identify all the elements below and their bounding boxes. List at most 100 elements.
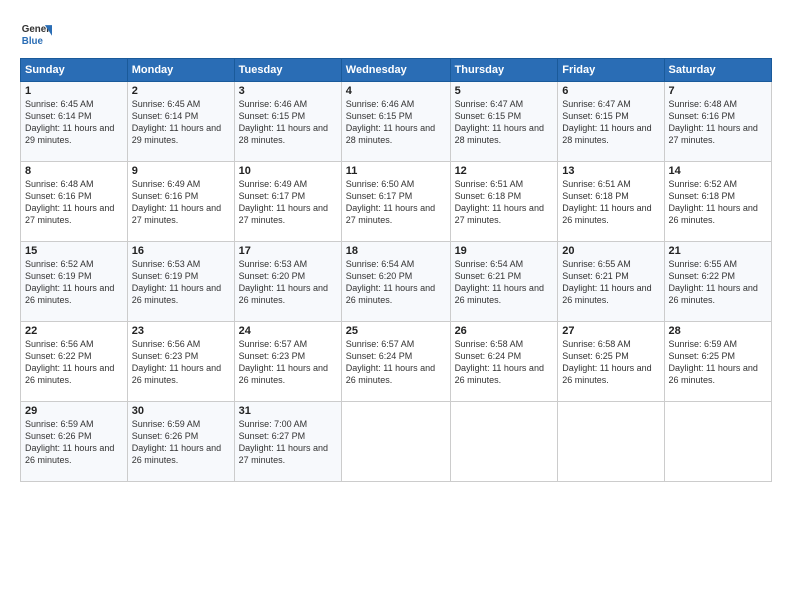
empty-cell (450, 402, 558, 482)
day-number: 14 (669, 165, 767, 177)
day-info: Sunrise: 6:49 AMSunset: 6:17 PMDaylight:… (239, 179, 328, 225)
day-info: Sunrise: 6:45 AMSunset: 6:14 PMDaylight:… (132, 99, 221, 145)
day-number: 25 (346, 325, 446, 337)
day-number: 30 (132, 405, 230, 417)
day-number: 2 (132, 85, 230, 97)
calendar-day-cell: 22 Sunrise: 6:56 AMSunset: 6:22 PMDaylig… (21, 322, 128, 402)
empty-cell (664, 402, 771, 482)
day-info: Sunrise: 6:56 AMSunset: 6:23 PMDaylight:… (132, 339, 221, 385)
calendar-day-cell: 2 Sunrise: 6:45 AMSunset: 6:14 PMDayligh… (127, 82, 234, 162)
calendar-day-cell: 5 Sunrise: 6:47 AMSunset: 6:15 PMDayligh… (450, 82, 558, 162)
calendar-day-cell: 25 Sunrise: 6:57 AMSunset: 6:24 PMDaylig… (341, 322, 450, 402)
day-of-week-header: Saturday (664, 59, 771, 82)
calendar-day-cell: 18 Sunrise: 6:54 AMSunset: 6:20 PMDaylig… (341, 242, 450, 322)
calendar-day-cell: 12 Sunrise: 6:51 AMSunset: 6:18 PMDaylig… (450, 162, 558, 242)
calendar-day-cell: 28 Sunrise: 6:59 AMSunset: 6:25 PMDaylig… (664, 322, 771, 402)
day-number: 13 (562, 165, 659, 177)
day-number: 1 (25, 85, 123, 97)
calendar-day-cell: 17 Sunrise: 6:53 AMSunset: 6:20 PMDaylig… (234, 242, 341, 322)
calendar-day-cell: 8 Sunrise: 6:48 AMSunset: 6:16 PMDayligh… (21, 162, 128, 242)
day-number: 20 (562, 245, 659, 257)
day-info: Sunrise: 6:53 AMSunset: 6:19 PMDaylight:… (132, 259, 221, 305)
calendar-day-cell: 16 Sunrise: 6:53 AMSunset: 6:19 PMDaylig… (127, 242, 234, 322)
logo: General Blue (20, 18, 52, 50)
calendar-day-cell: 31 Sunrise: 7:00 AMSunset: 6:27 PMDaylig… (234, 402, 341, 482)
day-number: 5 (455, 85, 554, 97)
day-number: 26 (455, 325, 554, 337)
day-number: 28 (669, 325, 767, 337)
calendar: SundayMondayTuesdayWednesdayThursdayFrid… (20, 58, 772, 482)
day-info: Sunrise: 6:48 AMSunset: 6:16 PMDaylight:… (25, 179, 114, 225)
day-of-week-header: Tuesday (234, 59, 341, 82)
calendar-day-cell: 14 Sunrise: 6:52 AMSunset: 6:18 PMDaylig… (664, 162, 771, 242)
day-info: Sunrise: 6:55 AMSunset: 6:21 PMDaylight:… (562, 259, 651, 305)
day-of-week-header: Monday (127, 59, 234, 82)
day-info: Sunrise: 6:47 AMSunset: 6:15 PMDaylight:… (562, 99, 651, 145)
day-number: 4 (346, 85, 446, 97)
calendar-day-cell: 3 Sunrise: 6:46 AMSunset: 6:15 PMDayligh… (234, 82, 341, 162)
day-info: Sunrise: 6:52 AMSunset: 6:19 PMDaylight:… (25, 259, 114, 305)
calendar-day-cell: 15 Sunrise: 6:52 AMSunset: 6:19 PMDaylig… (21, 242, 128, 322)
empty-cell (558, 402, 664, 482)
calendar-day-cell: 29 Sunrise: 6:59 AMSunset: 6:26 PMDaylig… (21, 402, 128, 482)
day-number: 27 (562, 325, 659, 337)
day-info: Sunrise: 6:56 AMSunset: 6:22 PMDaylight:… (25, 339, 114, 385)
day-number: 7 (669, 85, 767, 97)
day-number: 16 (132, 245, 230, 257)
day-number: 31 (239, 405, 337, 417)
day-info: Sunrise: 6:59 AMSunset: 6:26 PMDaylight:… (132, 419, 221, 465)
calendar-day-cell: 26 Sunrise: 6:58 AMSunset: 6:24 PMDaylig… (450, 322, 558, 402)
calendar-day-cell: 11 Sunrise: 6:50 AMSunset: 6:17 PMDaylig… (341, 162, 450, 242)
calendar-day-cell: 13 Sunrise: 6:51 AMSunset: 6:18 PMDaylig… (558, 162, 664, 242)
calendar-day-cell: 9 Sunrise: 6:49 AMSunset: 6:16 PMDayligh… (127, 162, 234, 242)
day-number: 23 (132, 325, 230, 337)
day-info: Sunrise: 6:52 AMSunset: 6:18 PMDaylight:… (669, 179, 758, 225)
day-number: 10 (239, 165, 337, 177)
calendar-day-cell: 30 Sunrise: 6:59 AMSunset: 6:26 PMDaylig… (127, 402, 234, 482)
day-info: Sunrise: 6:50 AMSunset: 6:17 PMDaylight:… (346, 179, 435, 225)
day-info: Sunrise: 6:57 AMSunset: 6:23 PMDaylight:… (239, 339, 328, 385)
calendar-day-cell: 4 Sunrise: 6:46 AMSunset: 6:15 PMDayligh… (341, 82, 450, 162)
day-of-week-header: Wednesday (341, 59, 450, 82)
day-number: 11 (346, 165, 446, 177)
day-number: 21 (669, 245, 767, 257)
day-number: 15 (25, 245, 123, 257)
svg-text:Blue: Blue (22, 36, 44, 47)
day-info: Sunrise: 6:58 AMSunset: 6:25 PMDaylight:… (562, 339, 651, 385)
day-number: 12 (455, 165, 554, 177)
day-number: 24 (239, 325, 337, 337)
day-info: Sunrise: 6:45 AMSunset: 6:14 PMDaylight:… (25, 99, 114, 145)
calendar-day-cell: 23 Sunrise: 6:56 AMSunset: 6:23 PMDaylig… (127, 322, 234, 402)
day-info: Sunrise: 6:47 AMSunset: 6:15 PMDaylight:… (455, 99, 544, 145)
day-info: Sunrise: 6:59 AMSunset: 6:26 PMDaylight:… (25, 419, 114, 465)
calendar-day-cell: 20 Sunrise: 6:55 AMSunset: 6:21 PMDaylig… (558, 242, 664, 322)
day-info: Sunrise: 7:00 AMSunset: 6:27 PMDaylight:… (239, 419, 328, 465)
day-number: 29 (25, 405, 123, 417)
calendar-day-cell: 27 Sunrise: 6:58 AMSunset: 6:25 PMDaylig… (558, 322, 664, 402)
day-info: Sunrise: 6:54 AMSunset: 6:21 PMDaylight:… (455, 259, 544, 305)
day-info: Sunrise: 6:51 AMSunset: 6:18 PMDaylight:… (455, 179, 544, 225)
day-info: Sunrise: 6:51 AMSunset: 6:18 PMDaylight:… (562, 179, 651, 225)
day-of-week-header: Friday (558, 59, 664, 82)
day-info: Sunrise: 6:53 AMSunset: 6:20 PMDaylight:… (239, 259, 328, 305)
day-info: Sunrise: 6:46 AMSunset: 6:15 PMDaylight:… (346, 99, 435, 145)
day-number: 8 (25, 165, 123, 177)
day-of-week-header: Sunday (21, 59, 128, 82)
calendar-day-cell: 1 Sunrise: 6:45 AMSunset: 6:14 PMDayligh… (21, 82, 128, 162)
day-info: Sunrise: 6:54 AMSunset: 6:20 PMDaylight:… (346, 259, 435, 305)
day-number: 3 (239, 85, 337, 97)
calendar-day-cell: 10 Sunrise: 6:49 AMSunset: 6:17 PMDaylig… (234, 162, 341, 242)
calendar-day-cell: 19 Sunrise: 6:54 AMSunset: 6:21 PMDaylig… (450, 242, 558, 322)
day-number: 17 (239, 245, 337, 257)
day-number: 22 (25, 325, 123, 337)
day-info: Sunrise: 6:59 AMSunset: 6:25 PMDaylight:… (669, 339, 758, 385)
calendar-day-cell: 21 Sunrise: 6:55 AMSunset: 6:22 PMDaylig… (664, 242, 771, 322)
day-info: Sunrise: 6:57 AMSunset: 6:24 PMDaylight:… (346, 339, 435, 385)
day-of-week-header: Thursday (450, 59, 558, 82)
day-info: Sunrise: 6:48 AMSunset: 6:16 PMDaylight:… (669, 99, 758, 145)
day-info: Sunrise: 6:46 AMSunset: 6:15 PMDaylight:… (239, 99, 328, 145)
calendar-day-cell: 24 Sunrise: 6:57 AMSunset: 6:23 PMDaylig… (234, 322, 341, 402)
day-number: 9 (132, 165, 230, 177)
calendar-day-cell: 6 Sunrise: 6:47 AMSunset: 6:15 PMDayligh… (558, 82, 664, 162)
calendar-day-cell: 7 Sunrise: 6:48 AMSunset: 6:16 PMDayligh… (664, 82, 771, 162)
